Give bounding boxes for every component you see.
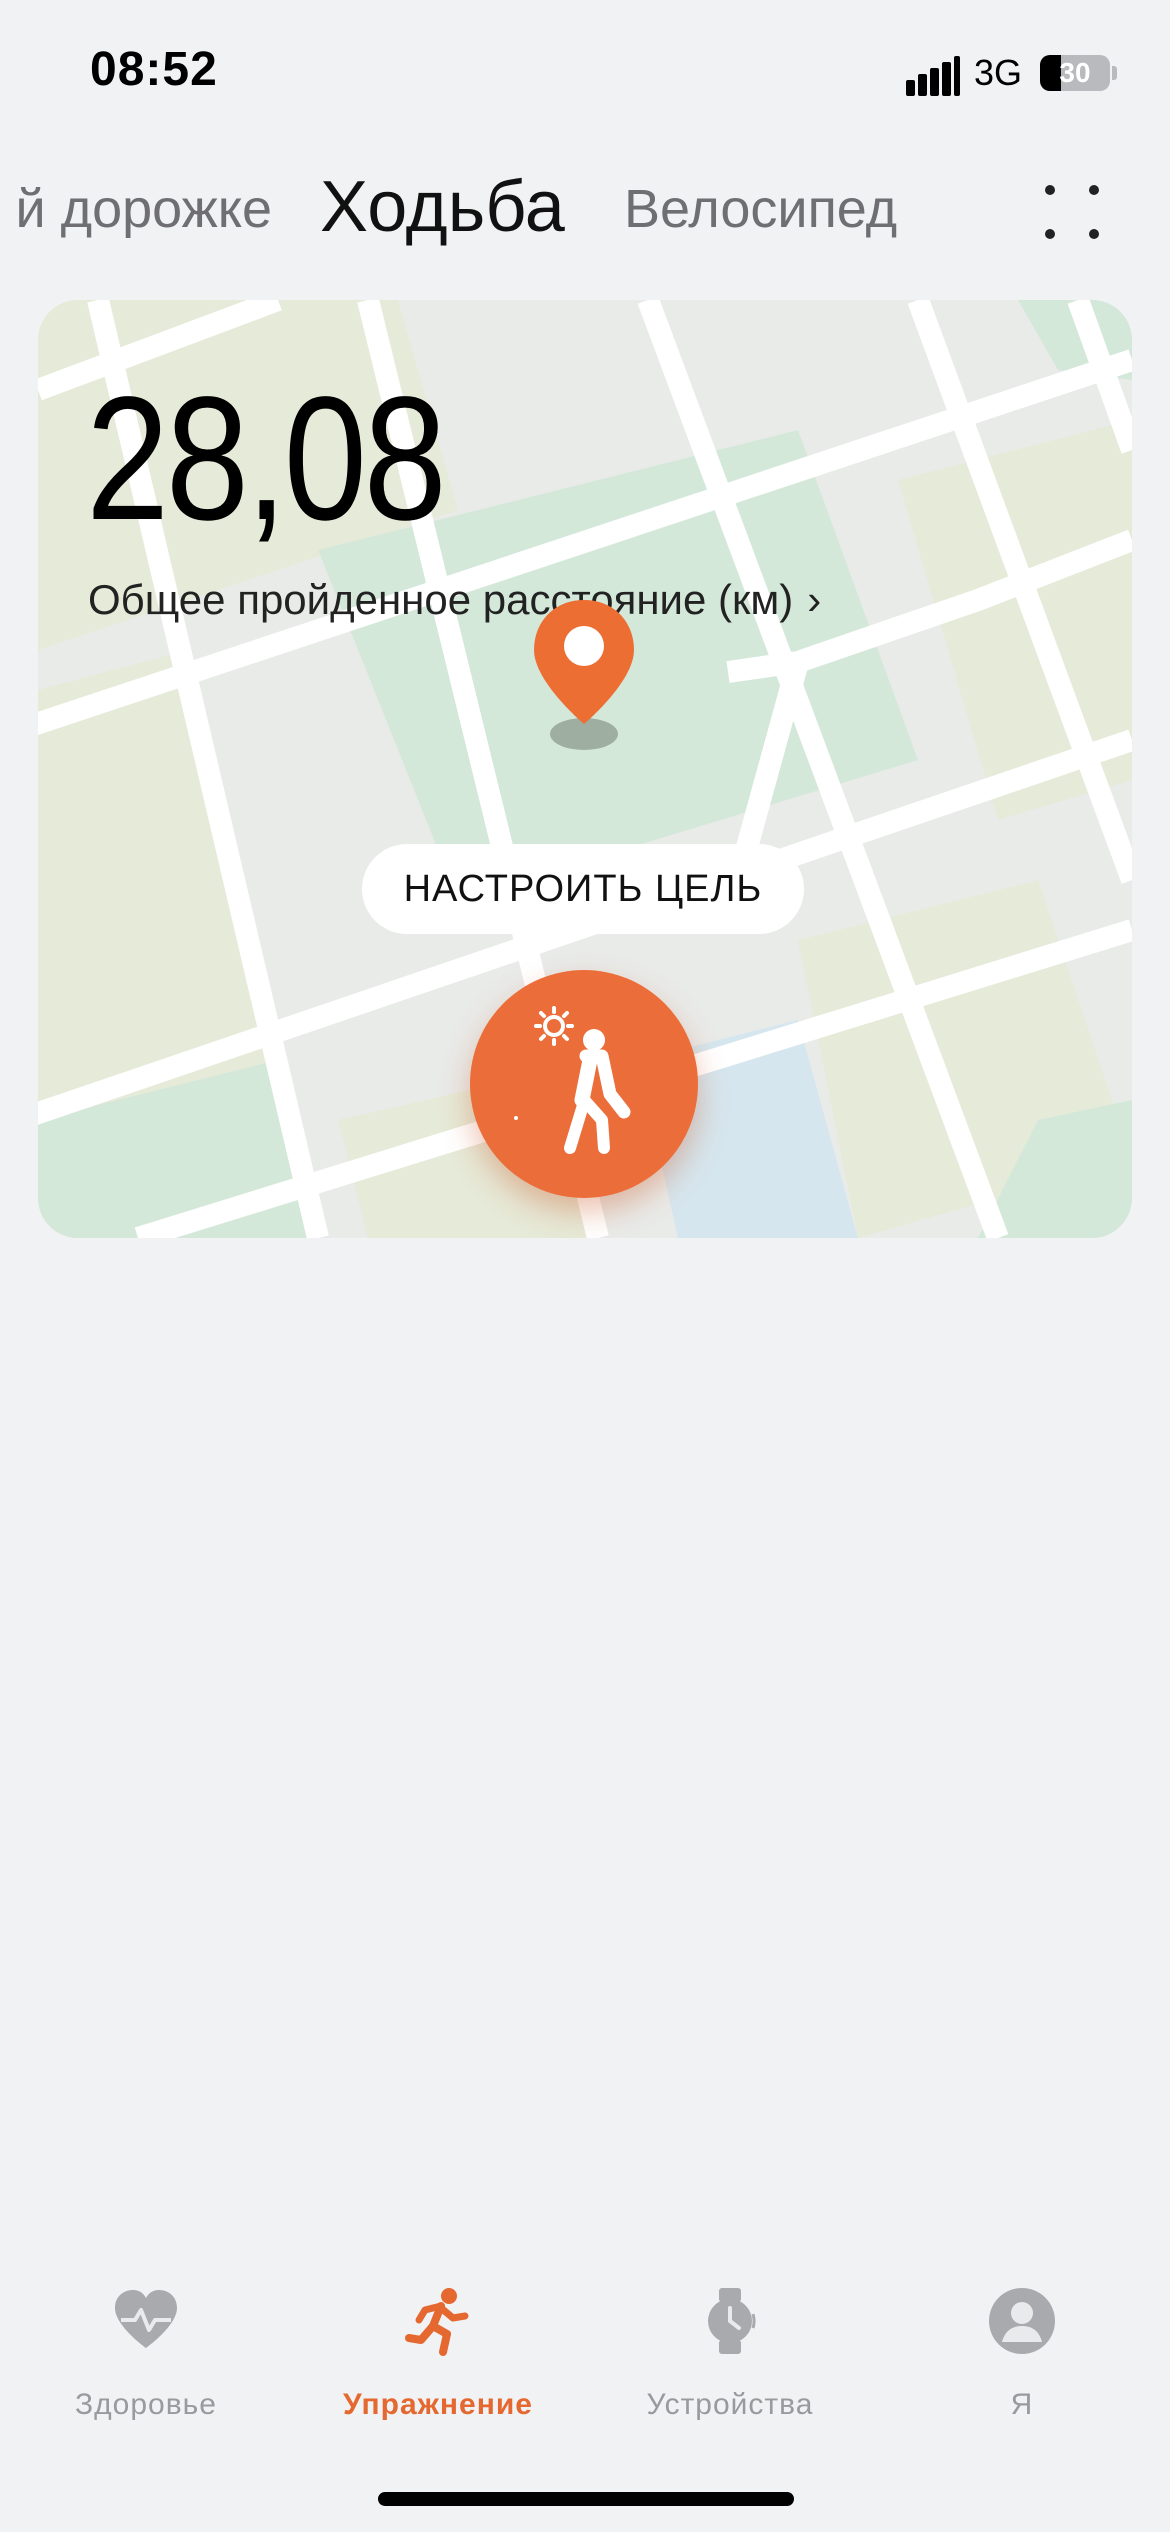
total-distance-label[interactable]: Общее пройденное расстояние (км) › [88, 576, 821, 624]
heart-pulse-icon [115, 2290, 177, 2348]
walking-person-icon [514, 1006, 631, 1154]
nav-label-exercise: Упражнение [343, 2388, 533, 2421]
activity-tabs: й дорожке Ходьба Велосипед [0, 150, 1170, 270]
battery-percent: 30 [1059, 57, 1091, 88]
running-icon [405, 2288, 469, 2356]
status-bar: 08:52 3G 30 [0, 0, 1170, 150]
tab-treadmill[interactable]: й дорожке [15, 178, 272, 240]
nav-health[interactable]: Здоровье [0, 2260, 292, 2440]
battery-icon: 30 [1040, 55, 1110, 91]
nav-label-profile: Я [1010, 2388, 1034, 2421]
nav-devices[interactable]: Устройства [584, 2260, 876, 2440]
start-walk-button[interactable] [470, 970, 698, 1198]
set-goal-button[interactable]: НАСТРОИТЬ ЦЕЛЬ [362, 844, 804, 934]
nav-label-devices: Устройства [646, 2388, 814, 2421]
total-distance-value: 28,08 [86, 361, 447, 557]
nav-label-health: Здоровье [75, 2388, 217, 2421]
status-time: 08:52 [90, 43, 218, 96]
chevron-right-icon: › [807, 576, 822, 623]
total-distance-label-text: Общее пройденное расстояние (км) [88, 576, 794, 623]
tab-walking[interactable]: Ходьба [320, 166, 565, 248]
battery-tip [1112, 66, 1117, 80]
walking-map-card[interactable]: 28,08 Общее пройденное расстояние (км) › … [38, 300, 1132, 1238]
home-indicator[interactable] [378, 2492, 794, 2506]
grid-dots-icon[interactable] [1040, 180, 1104, 244]
network-type: 3G [974, 52, 1023, 93]
signal-strength-icon [906, 56, 960, 96]
profile-icon [989, 2288, 1055, 2354]
nav-exercise[interactable]: Упражнение [292, 2260, 584, 2440]
location-pin-icon [534, 600, 634, 750]
nav-profile[interactable]: Я [876, 2260, 1168, 2440]
tab-cycling[interactable]: Велосипед [624, 178, 897, 240]
watch-icon [708, 2288, 756, 2354]
